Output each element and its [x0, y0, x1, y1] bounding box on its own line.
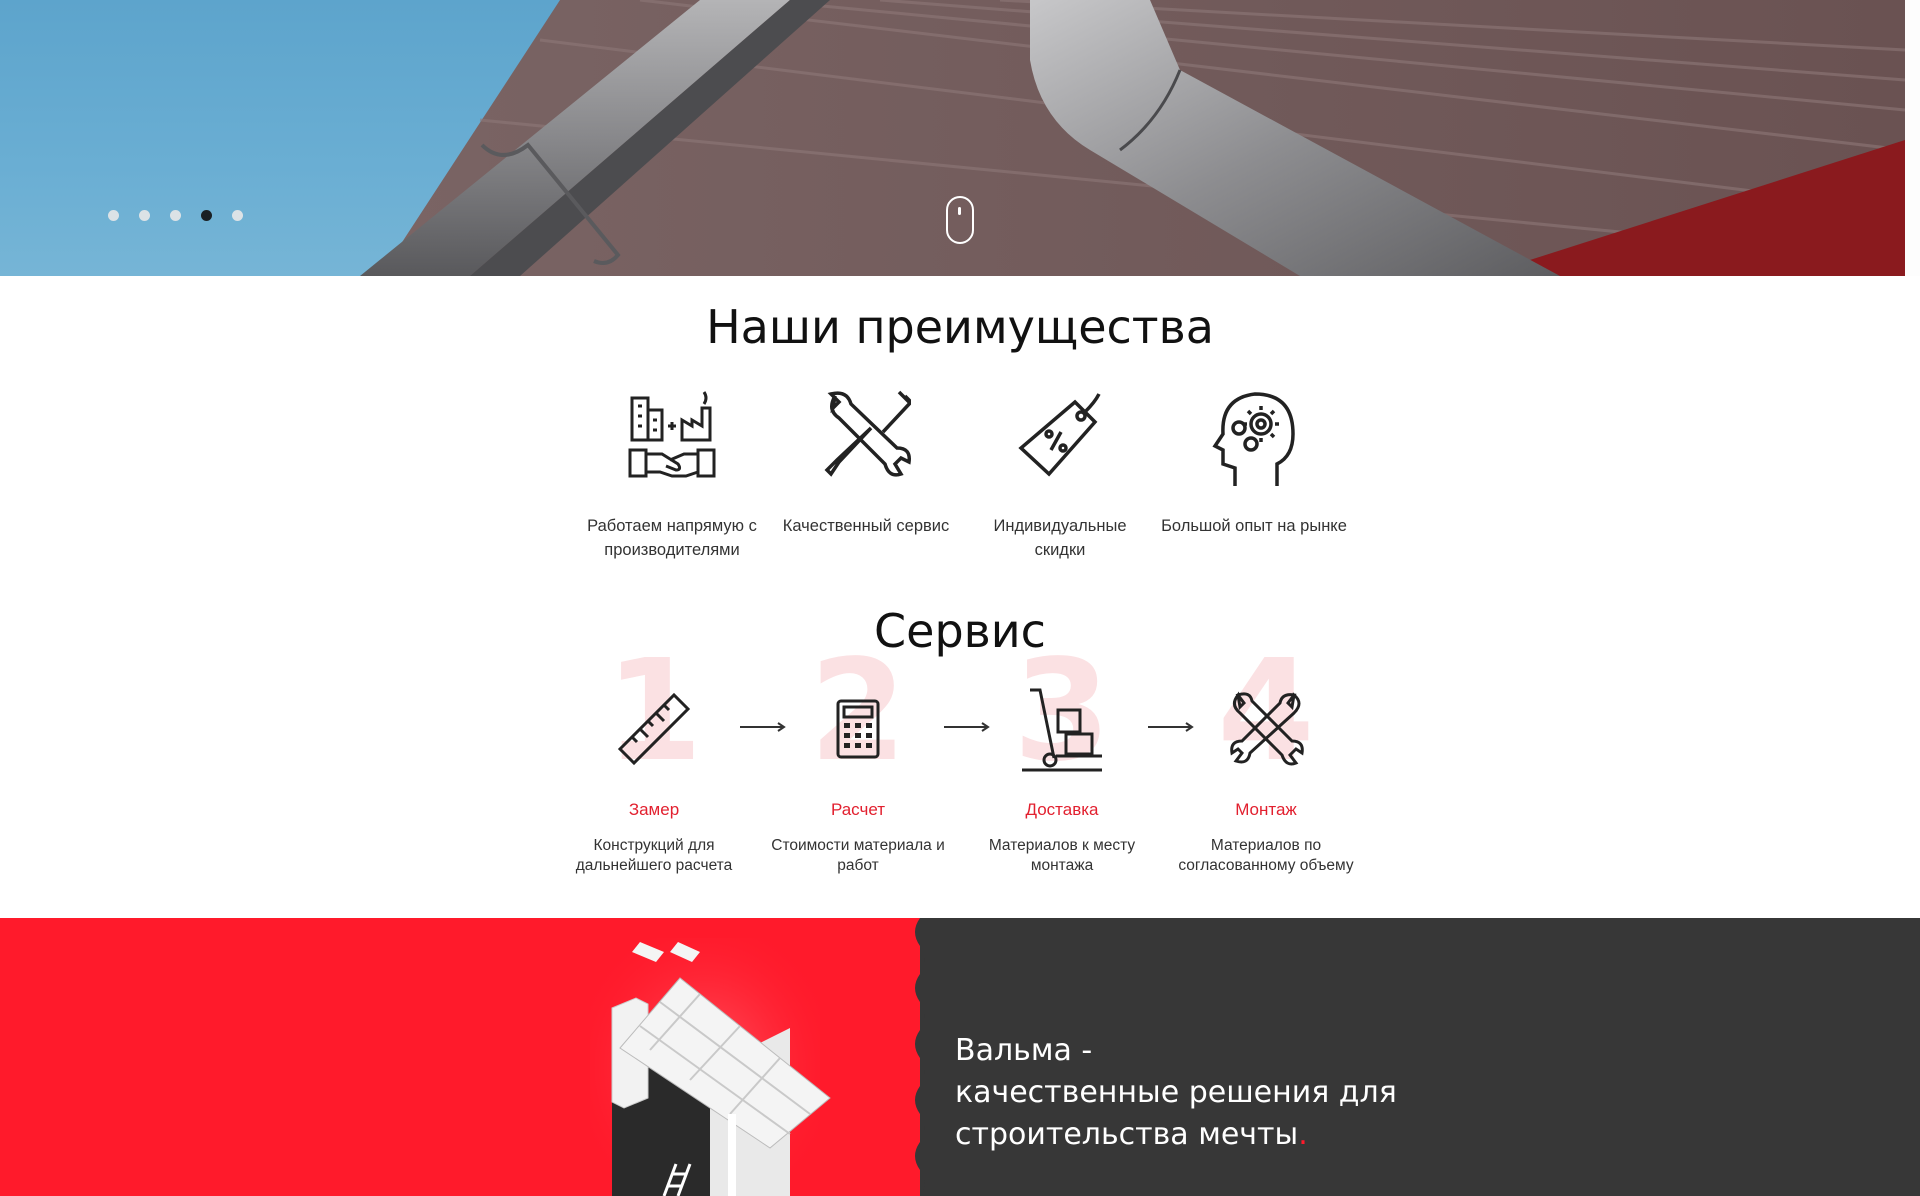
service-step: 1 Замер Конструкций для дальнейшего расче… — [565, 642, 743, 876]
step-desc-line1: Стоимости материала и — [771, 837, 945, 854]
step-name: Замер — [628, 800, 680, 819]
step-name: Расчет — [830, 800, 886, 819]
wrench-screwdriver-icon — [769, 390, 963, 500]
slider-dot-5[interactable] — [232, 210, 243, 221]
advantage-label-line1: Работаем напрямую с — [587, 517, 757, 535]
slider-dot-3[interactable] — [170, 210, 181, 221]
advantages-list: Работаем напрямую с производителями Качес… — [575, 390, 1351, 562]
ruler-icon — [565, 676, 743, 782]
head-gears-icon — [1157, 390, 1351, 500]
step-name: Монтаж — [1235, 800, 1297, 819]
service-steps: 1 Замер Конструкций для дальнейшего расче… — [565, 642, 1355, 900]
factory-handshake-icon — [575, 390, 769, 500]
service-step: 2 Расчет Стоимости материала и работ — [769, 642, 947, 876]
house-illustration — [590, 938, 831, 1196]
service-step: 3 Доставка Материалов к месту монтажа — [973, 642, 1151, 876]
service-step: 4 Монтаж Материалов по согласованному объ… — [1177, 642, 1355, 876]
advantage-item: Большой опыт на рынке — [1157, 390, 1351, 562]
slider-pagination — [108, 210, 243, 221]
advantage-label-line1: Качественный сервис — [782, 517, 950, 535]
slider-dot-1[interactable] — [108, 210, 119, 221]
step-desc-line2: работ — [837, 857, 879, 874]
advantage-item: Качественный сервис — [769, 390, 963, 562]
promo-slogan: Вальма - качественные решения для строит… — [955, 1030, 1397, 1156]
advantage-label-line2: производителями — [604, 541, 740, 559]
advantage-label-line1: Индивидуальные — [993, 517, 1127, 535]
advantage-label-line2: скидки — [1034, 541, 1086, 559]
service-title: Сервис — [874, 604, 1046, 658]
step-desc-line1: Конструкций для — [593, 837, 715, 854]
promo-red-panel — [0, 918, 930, 1196]
promo-line3: строительства мечты — [955, 1117, 1299, 1152]
step-desc-line2: согласованному объему — [1178, 857, 1354, 874]
slider-dot-4-active[interactable] — [201, 210, 212, 221]
advantages-title: Наши преимущества — [706, 300, 1214, 354]
promo-line2: качественные решения для — [955, 1075, 1397, 1110]
slider-dot-2[interactable] — [139, 210, 150, 221]
step-desc-line1: Материалов к месту — [988, 837, 1136, 854]
wrench-cross-icon — [1177, 676, 1355, 782]
hand-truck-icon — [973, 676, 1151, 782]
step-desc-line2: дальнейшего расчета — [575, 857, 733, 874]
advantage-label-line1: Большой опыт на рынке — [1161, 517, 1347, 535]
wavy-divider — [915, 918, 930, 1196]
scroll-down-mouse-icon[interactable] — [946, 196, 974, 244]
promo-accent-dot: . — [1298, 1117, 1308, 1152]
price-tag-percent-icon — [963, 390, 1157, 500]
calculator-icon — [769, 676, 947, 782]
step-desc-line1: Материалов по — [1210, 837, 1322, 854]
advantage-item: Индивидуальные скидки — [963, 390, 1157, 562]
hero-slider — [0, 0, 1920, 276]
advantage-item: Работаем напрямую с производителями — [575, 390, 769, 562]
step-desc-line2: монтажа — [1030, 857, 1094, 874]
promo-line1: Вальма - — [955, 1033, 1093, 1068]
step-name: Доставка — [1025, 800, 1099, 819]
